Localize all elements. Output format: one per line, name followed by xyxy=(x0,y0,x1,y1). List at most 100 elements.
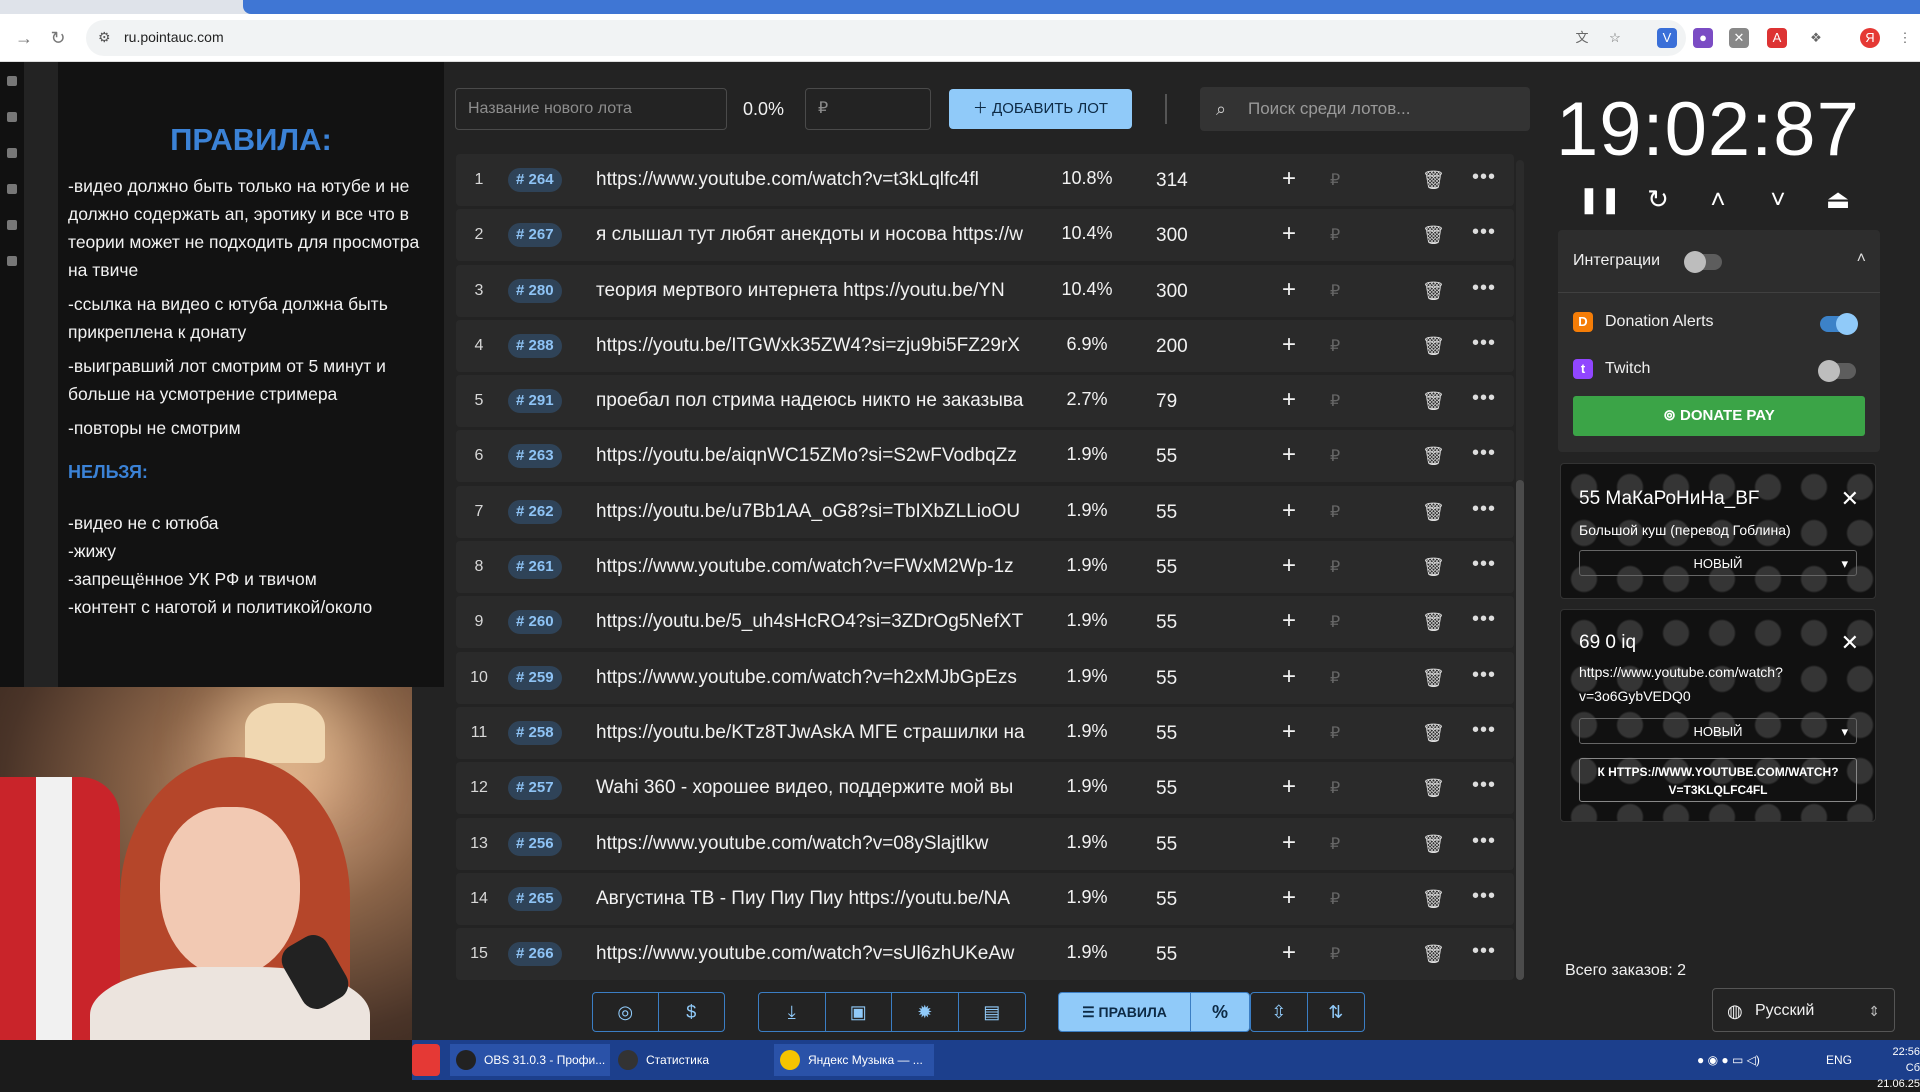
twitch-toggle[interactable] xyxy=(1818,360,1856,382)
close-icon[interactable]: ✕ xyxy=(1841,630,1859,656)
lot-add-amount-input[interactable]: ₽ xyxy=(1330,652,1340,706)
lot-name[interactable]: https://youtu.be/5_uh4sHcRO4?si=3ZDrOg5N… xyxy=(596,596,1044,648)
donation-status-select[interactable]: НОВЫЙ ▾ xyxy=(1579,550,1857,576)
adblock-icon[interactable]: A xyxy=(1767,28,1787,48)
bookmark-star-icon[interactable]: ☆ xyxy=(1605,28,1625,48)
more-options-icon[interactable]: ••• xyxy=(1472,375,1496,421)
more-options-icon[interactable]: ••• xyxy=(1472,873,1496,919)
lot-search-input[interactable]: ⌕ Поиск среди лотов... xyxy=(1200,87,1530,131)
taskbar-music[interactable]: Яндекс Музыка — ... xyxy=(774,1044,934,1076)
donatepay-button[interactable]: ⊚ DONATE PAY xyxy=(1573,396,1865,436)
lot-add-amount-input[interactable]: ₽ xyxy=(1330,928,1340,982)
profile-avatar[interactable]: Я xyxy=(1860,28,1880,48)
add-amount-icon[interactable]: + xyxy=(1282,873,1296,923)
lot-name[interactable]: https://youtu.be/ITGWxk35ZW4?si=zju9bi5F… xyxy=(596,320,1044,372)
extensions-puzzle-icon[interactable]: ❖ xyxy=(1806,28,1826,48)
delete-icon[interactable]: 🗑 xyxy=(1422,430,1445,482)
lot-id-badge[interactable]: # 258 xyxy=(508,720,562,745)
more-options-icon[interactable]: ••• xyxy=(1472,762,1496,808)
more-options-icon[interactable]: ••• xyxy=(1472,320,1496,366)
lot-add-amount-input[interactable]: ₽ xyxy=(1330,265,1340,319)
increase-time-icon[interactable]: ˄ xyxy=(1698,184,1738,215)
forward-icon[interactable]: → xyxy=(12,26,36,50)
tray-icons[interactable]: ● ◉ ● ▭ ◁) xyxy=(1697,1040,1760,1080)
lot-add-amount-input[interactable]: ₽ xyxy=(1330,154,1340,208)
lot-name[interactable]: https://youtu.be/aiqnWC15ZMo?si=S2wFVodb… xyxy=(596,430,1044,482)
menu-dots-icon[interactable]: ⋮ xyxy=(1895,28,1915,48)
delete-icon[interactable]: 🗑 xyxy=(1422,541,1445,593)
lot-id-badge[interactable]: # 288 xyxy=(508,333,562,358)
scrollbar-thumb[interactable] xyxy=(1516,480,1524,980)
lot-name[interactable]: https://www.youtube.com/watch?v=t3kLqlfc… xyxy=(596,154,1044,206)
add-lot-button[interactable]: ＋ ДОБАВИТЬ ЛОТ xyxy=(949,89,1132,129)
app-w-icon[interactable] xyxy=(412,1044,440,1076)
add-amount-icon[interactable]: + xyxy=(1282,928,1296,978)
lot-name[interactable]: теория мертвого интернета https://youtu.… xyxy=(596,265,1044,317)
tray-clock[interactable]: 22:56 Сб 21.06.25 xyxy=(1862,1044,1920,1092)
save-icon[interactable]: ▣ xyxy=(826,993,892,1031)
lot-add-amount-input[interactable]: ₽ xyxy=(1330,209,1340,263)
lot-add-amount-input[interactable]: ₽ xyxy=(1330,375,1340,429)
download-icon[interactable]: ⤓ xyxy=(759,993,826,1031)
active-tab[interactable] xyxy=(243,0,1920,14)
more-options-icon[interactable]: ••• xyxy=(1472,928,1496,974)
donate-dollar-icon[interactable]: $ xyxy=(659,993,725,1031)
extension-icon[interactable]: ✕ xyxy=(1729,28,1749,48)
lot-name[interactable]: https://youtu.be/u7Bb1AA_oG8?si=TbIXbZLL… xyxy=(596,486,1044,538)
lot-id-badge[interactable]: # 256 xyxy=(508,831,562,856)
lot-add-amount-input[interactable]: ₽ xyxy=(1330,873,1340,927)
add-amount-icon[interactable]: + xyxy=(1282,209,1296,259)
lot-id-badge[interactable]: # 263 xyxy=(508,444,562,469)
more-options-icon[interactable]: ••• xyxy=(1472,541,1496,587)
language-select[interactable]: ◍ Русский ⇕ xyxy=(1712,988,1895,1032)
add-amount-icon[interactable]: + xyxy=(1282,541,1296,591)
more-options-icon[interactable]: ••• xyxy=(1472,154,1496,200)
more-options-icon[interactable]: ••• xyxy=(1472,707,1496,753)
lot-add-amount-input[interactable]: ₽ xyxy=(1330,762,1340,816)
lot-add-amount-input[interactable]: ₽ xyxy=(1330,541,1340,595)
taskbar-obs[interactable]: OBS 31.0.3 - Профи... xyxy=(450,1044,610,1076)
add-amount-icon[interactable]: + xyxy=(1282,596,1296,646)
lot-id-badge[interactable]: # 267 xyxy=(508,223,562,248)
lots-scrollbar[interactable] xyxy=(1516,160,1524,980)
delete-icon[interactable]: 🗑 xyxy=(1422,928,1445,980)
donation-status-select[interactable]: НОВЫЙ ▾ xyxy=(1579,718,1857,744)
tray-lang[interactable]: ENG xyxy=(1826,1040,1852,1080)
more-options-icon[interactable]: ••• xyxy=(1472,265,1496,311)
percent-toggle-button[interactable]: % xyxy=(1191,993,1249,1031)
delete-icon[interactable]: 🗑 xyxy=(1422,873,1445,925)
site-settings-icon[interactable]: ⚙ xyxy=(98,29,111,46)
translate-icon[interactable]: 文 xyxy=(1572,28,1592,48)
delete-icon[interactable]: 🗑 xyxy=(1422,596,1445,648)
lot-id-badge[interactable]: # 265 xyxy=(508,886,562,911)
add-amount-icon[interactable]: + xyxy=(1282,486,1296,536)
new-lot-name-input[interactable]: Название нового лота xyxy=(455,88,727,130)
github-icon[interactable]: ◎ xyxy=(593,993,659,1031)
add-amount-icon[interactable]: + xyxy=(1282,762,1296,812)
delete-icon[interactable]: 🗑 xyxy=(1422,209,1445,261)
lot-id-badge[interactable]: # 257 xyxy=(508,776,562,801)
more-options-icon[interactable]: ••• xyxy=(1472,596,1496,642)
more-options-icon[interactable]: ••• xyxy=(1472,818,1496,864)
delete-icon[interactable]: 🗑 xyxy=(1422,762,1445,814)
lot-id-badge[interactable]: # 266 xyxy=(508,942,562,967)
lot-add-amount-input[interactable]: ₽ xyxy=(1330,596,1340,650)
lot-id-badge[interactable]: # 262 xyxy=(508,499,562,524)
lot-name[interactable]: https://www.youtube.com/watch?v=08ySlajt… xyxy=(596,818,1044,870)
lot-id-badge[interactable]: # 260 xyxy=(508,610,562,635)
lot-name[interactable]: https://youtu.be/KTz8TJwAskA МГЕ страшил… xyxy=(596,707,1044,759)
more-options-icon[interactable]: ••• xyxy=(1472,652,1496,698)
reset-icon[interactable]: ↻ xyxy=(1638,184,1678,215)
delete-icon[interactable]: 🗑 xyxy=(1422,320,1445,372)
lot-id-badge[interactable]: # 264 xyxy=(508,168,562,192)
close-icon[interactable]: ✕ xyxy=(1841,486,1859,512)
lot-name[interactable]: Wahi 360 - хорошее видео, поддержите мой… xyxy=(596,762,1044,814)
add-to-lot-button[interactable]: К HTTPS://WWW.YOUTUBE.COM/WATCH? V=T3KLQL… xyxy=(1579,758,1857,802)
delete-icon[interactable]: 🗑 xyxy=(1422,265,1445,317)
add-amount-icon[interactable]: + xyxy=(1282,818,1296,868)
double-increase-icon[interactable]: ⏏ xyxy=(1818,184,1858,215)
lot-id-badge[interactable]: # 280 xyxy=(508,278,562,303)
lot-name[interactable]: я слышал тут любят анекдоты и носова htt… xyxy=(596,209,1044,261)
lot-name[interactable]: https://www.youtube.com/watch?v=sUl6zhUK… xyxy=(596,928,1044,980)
lot-name[interactable]: проебал пол стрима надеюсь никто не зака… xyxy=(596,375,1044,427)
